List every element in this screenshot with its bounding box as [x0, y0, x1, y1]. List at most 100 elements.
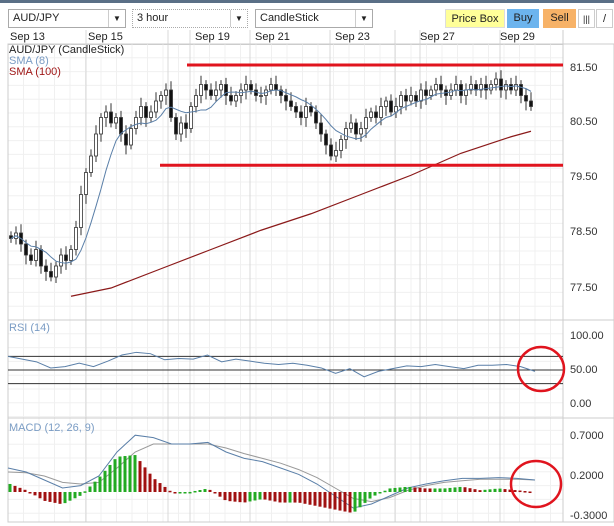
candle — [339, 139, 343, 151]
candle — [424, 89, 428, 96]
candle — [74, 227, 78, 250]
macd-tick: -0.3000 — [570, 510, 608, 522]
candle — [164, 89, 168, 96]
candle — [489, 84, 493, 91]
macd-histogram-bar — [278, 492, 282, 503]
macd-histogram-bar — [483, 489, 487, 492]
macd-histogram-bar — [18, 487, 22, 492]
macd-histogram-bar — [458, 486, 462, 492]
candle — [504, 84, 508, 91]
candle — [209, 89, 213, 96]
macd-histogram-bar — [348, 492, 352, 513]
macd-histogram-bar — [163, 486, 167, 492]
macd-histogram-bar — [403, 486, 407, 492]
macd-histogram-bar — [493, 488, 497, 492]
candle — [414, 95, 418, 102]
price-tick: 77.50 — [570, 282, 598, 294]
candle — [229, 95, 233, 102]
candle — [459, 84, 463, 96]
macd-histogram-bar — [28, 492, 32, 494]
candle — [419, 89, 423, 102]
macd-histogram-bar — [318, 492, 322, 507]
price-tick: 80.50 — [570, 116, 598, 128]
chart-canvas[interactable] — [0, 0, 614, 526]
macd-histogram-bar — [88, 486, 92, 492]
rsi-title: RSI (14) — [9, 322, 50, 334]
candle — [314, 111, 318, 124]
macd-histogram-bar — [388, 488, 392, 492]
macd-histogram-bar — [313, 492, 317, 506]
macd-histogram-bar — [303, 492, 307, 504]
annotation-circle — [509, 459, 563, 509]
macd-histogram-bar — [13, 485, 17, 492]
macd-histogram-bar — [368, 492, 372, 499]
candle — [374, 111, 378, 118]
macd-histogram-bar — [38, 492, 42, 499]
candle — [189, 106, 193, 129]
macd-histogram-bar — [33, 492, 37, 496]
candle — [299, 111, 303, 118]
candle — [454, 84, 458, 91]
candle — [154, 100, 158, 113]
macd-histogram-bar — [523, 491, 527, 493]
macd-histogram-bar — [103, 470, 107, 492]
annotation-circle — [516, 345, 566, 393]
macd-tick: 0.2000 — [570, 470, 604, 482]
candle — [139, 106, 143, 118]
macd-histogram-bar — [373, 492, 377, 496]
macd-histogram-bar — [243, 492, 247, 503]
candle — [304, 106, 308, 118]
macd-histogram-bar — [248, 492, 252, 502]
candle — [399, 95, 403, 107]
candle — [109, 111, 113, 124]
macd-histogram-bar — [188, 491, 192, 494]
macd-histogram-bar — [153, 479, 157, 492]
candle — [64, 254, 68, 261]
macd-histogram-bar — [353, 492, 357, 512]
macd-histogram-bar — [218, 492, 222, 497]
candle — [49, 271, 53, 278]
candle — [309, 106, 313, 113]
candle — [149, 111, 153, 118]
candle — [159, 95, 163, 102]
macd-histogram-bar — [418, 487, 422, 492]
macd-histogram-bar — [433, 488, 437, 492]
candle — [354, 122, 358, 135]
price-tick: 78.50 — [570, 226, 598, 238]
candle — [169, 89, 173, 118]
candle — [89, 155, 93, 173]
macd-histogram-bar — [528, 491, 532, 494]
candle — [54, 265, 58, 278]
macd-histogram-bar — [408, 486, 412, 492]
macd-histogram-bar — [48, 492, 52, 502]
candle — [34, 249, 38, 261]
macd-histogram-bar — [488, 489, 492, 492]
macd-histogram-bar — [293, 492, 297, 503]
macd-histogram-bar — [328, 492, 332, 509]
macd-histogram-bar — [43, 492, 47, 501]
macd-histogram-bar — [438, 488, 442, 492]
candle — [199, 84, 203, 96]
candle — [379, 106, 383, 118]
macd-histogram-bar — [393, 487, 397, 492]
macd-histogram-bar — [398, 487, 402, 492]
candle — [39, 249, 43, 267]
macd-histogram-bar — [173, 492, 177, 494]
macd-histogram-bar — [8, 483, 12, 492]
macd-histogram-bar — [113, 459, 117, 492]
candle — [24, 243, 28, 256]
macd-histogram-bar — [143, 467, 147, 492]
rsi-tick: 50.00 — [570, 364, 598, 376]
candle — [124, 133, 128, 146]
candle — [494, 78, 498, 85]
candle — [329, 144, 333, 157]
macd-histogram-bar — [423, 488, 427, 492]
candle — [344, 128, 348, 140]
macd-histogram-bar — [503, 489, 507, 492]
macd-histogram-bar — [273, 492, 277, 502]
candle — [249, 84, 253, 91]
candle — [369, 111, 373, 118]
macd-histogram-bar — [463, 487, 467, 492]
candle — [529, 100, 533, 107]
macd-histogram-bar — [338, 492, 342, 511]
